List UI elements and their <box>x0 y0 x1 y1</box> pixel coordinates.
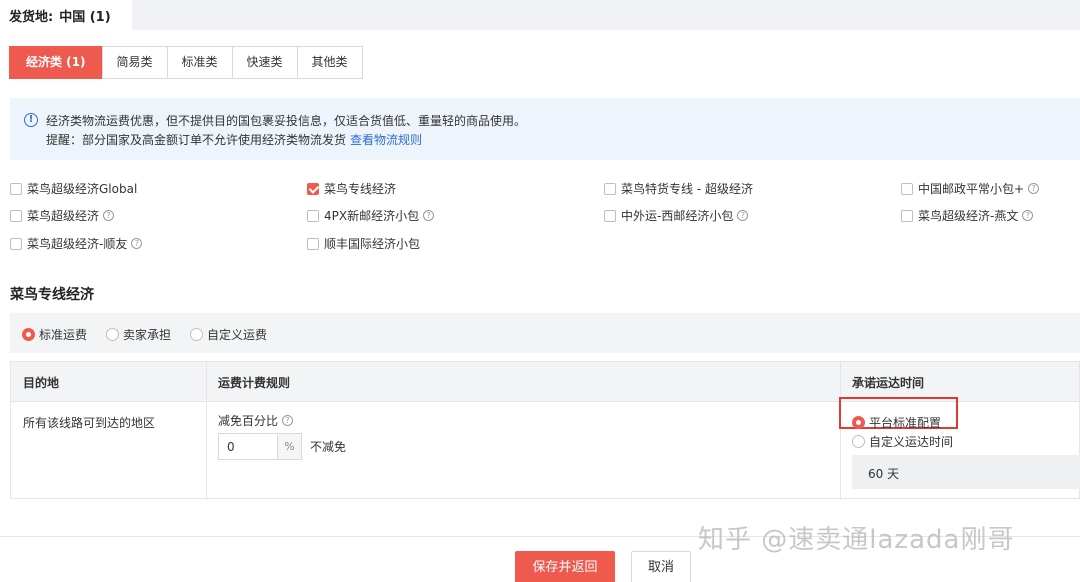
promise-option-label: 自定义运达时间 <box>869 435 954 449</box>
logistics-rules-link[interactable]: 查看物流规则 <box>350 133 422 147</box>
no-discount-text: 不减免 <box>310 440 347 454</box>
discount-label-row: 减免百分比? <box>218 412 294 429</box>
help-icon[interactable]: ? <box>103 210 115 221</box>
fee-option-bar: 标准运费 卖家承担 自定义运费 <box>10 313 1080 353</box>
service-checkbox[interactable]: 中国邮政平常小包+? <box>901 180 1040 197</box>
section-title: 菜鸟专线经济 <box>10 287 94 303</box>
tab-standard[interactable]: 标准类 <box>166 46 233 79</box>
origin-tab[interactable]: 发货地: 中国 (1) <box>0 0 132 30</box>
notice-text: 经济类物流运费优惠，但不提供目的国包裹妥投信息，仅适合货值低、重量轻的商品使用。 <box>46 114 527 128</box>
service-checkbox[interactable]: 4PX新邮经济小包? <box>307 207 435 224</box>
delivery-days-field: 60 天 <box>852 455 1080 489</box>
notice-banner: ! 经济类物流运费优惠，但不提供目的国包裹妥投信息，仅适合货值低、重量轻的商品使… <box>10 98 1080 160</box>
service-label: 中国邮政平常小包+ <box>918 182 1025 196</box>
watermark: 知乎 @速卖通lazada刚哥 <box>698 525 1015 555</box>
help-icon[interactable]: ? <box>282 415 294 426</box>
service-label: 顺丰国际经济小包 <box>324 237 421 251</box>
service-label: 菜鸟超级经济-顺友 <box>27 237 128 251</box>
fee-option-label: 卖家承担 <box>123 328 172 342</box>
radio-icon[interactable] <box>190 328 203 341</box>
notice-reminder-text: 提醒：部分国家及高金额订单不允许使用经济类物流发货 <box>46 133 347 147</box>
header-rule: 运费计费规则 <box>218 376 291 390</box>
service-label: 菜鸟超级经济 <box>27 209 100 223</box>
fee-option-seller[interactable]: 卖家承担 <box>106 326 171 343</box>
checkbox-icon[interactable] <box>10 209 22 222</box>
service-label: 中外运-西邮经济小包 <box>621 209 734 223</box>
help-icon[interactable]: ? <box>423 210 435 221</box>
column-divider <box>206 362 207 500</box>
checkbox-icon[interactable] <box>901 182 913 195</box>
service-checkbox[interactable]: 菜鸟超级经济? <box>10 207 115 224</box>
fee-option-custom[interactable]: 自定义运费 <box>190 326 267 343</box>
save-and-return-button[interactable]: 保存并返回 <box>515 551 615 582</box>
tab-other[interactable]: 其他类 <box>296 46 363 79</box>
promise-option-standard[interactable]: 平台标准配置 <box>852 414 941 431</box>
help-icon[interactable]: ? <box>737 210 749 221</box>
service-checkbox[interactable]: 中外运-西邮经济小包? <box>604 207 749 224</box>
discount-label: 减免百分比 <box>218 414 279 428</box>
tab-simple[interactable]: 简易类 <box>101 46 168 79</box>
help-icon[interactable]: ? <box>1022 210 1034 221</box>
service-checkbox[interactable]: 菜鸟超级经济Global <box>10 180 137 197</box>
column-divider <box>840 362 841 500</box>
checkbox-icon[interactable] <box>901 209 913 222</box>
destination-cell: 所有该线路可到达的地区 <box>23 416 156 430</box>
service-label: 4PX新邮经济小包 <box>324 209 420 223</box>
service-checkbox[interactable]: 菜鸟超级经济-燕文? <box>901 207 1034 224</box>
tab-economy[interactable]: 经济类 (1) <box>9 46 103 79</box>
fee-option-standard[interactable]: 标准运费 <box>22 326 87 343</box>
info-icon: ! <box>24 113 38 127</box>
radio-selected-icon[interactable] <box>22 328 35 341</box>
origin-label: 发货地: <box>9 10 54 25</box>
promise-option-custom[interactable]: 自定义运达时间 <box>852 433 953 450</box>
radio-icon[interactable] <box>106 328 119 341</box>
shipping-table: 目的地 运费计费规则 承诺运达时间 所有该线路可到达的地区 减免百分比? 0 %… <box>10 361 1080 500</box>
checkbox-icon[interactable] <box>10 182 22 195</box>
discount-input[interactable]: 0 % <box>218 433 302 460</box>
notice-reminder: 提醒：部分国家及高金额订单不允许使用经济类物流发货 查看物流规则 <box>46 131 422 148</box>
radio-icon[interactable] <box>852 435 865 448</box>
percent-unit: % <box>277 434 301 459</box>
radio-selected-icon[interactable] <box>852 416 865 429</box>
service-label: 菜鸟专线经济 <box>324 182 397 196</box>
help-icon[interactable]: ? <box>1028 183 1040 194</box>
service-checkbox[interactable]: 菜鸟超级经济-顺友? <box>10 235 143 252</box>
checkbox-icon[interactable] <box>307 237 319 250</box>
service-label: 菜鸟特货专线 - 超级经济 <box>621 182 753 196</box>
checkbox-icon[interactable] <box>604 209 616 222</box>
service-checkbox[interactable]: 顺丰国际经济小包 <box>307 235 420 252</box>
header-promise: 承诺运达时间 <box>852 376 925 390</box>
checkbox-checked-icon[interactable] <box>307 182 319 195</box>
checkbox-icon[interactable] <box>604 182 616 195</box>
service-label: 菜鸟超级经济-燕文 <box>918 209 1019 223</box>
tab-express[interactable]: 快速类 <box>231 46 298 79</box>
checkbox-icon[interactable] <box>307 209 319 222</box>
origin-value: 中国 (1) <box>59 10 111 25</box>
service-checkbox[interactable]: 菜鸟特货专线 - 超级经济 <box>604 180 753 197</box>
fee-option-label: 自定义运费 <box>207 328 268 342</box>
category-tabs: 经济类 (1) 简易类 标准类 快速类 其他类 <box>9 46 363 79</box>
header-destination: 目的地 <box>23 376 60 390</box>
fee-option-label: 标准运费 <box>39 328 88 342</box>
help-icon[interactable]: ? <box>131 238 143 249</box>
service-label: 菜鸟超级经济Global <box>27 182 138 196</box>
service-checkbox[interactable]: 菜鸟专线经济 <box>307 180 396 197</box>
top-strip <box>0 0 1080 30</box>
cancel-button[interactable]: 取消 <box>631 551 691 582</box>
discount-value[interactable]: 0 <box>219 434 277 459</box>
checkbox-icon[interactable] <box>10 237 22 250</box>
promise-option-label: 平台标准配置 <box>869 416 942 430</box>
